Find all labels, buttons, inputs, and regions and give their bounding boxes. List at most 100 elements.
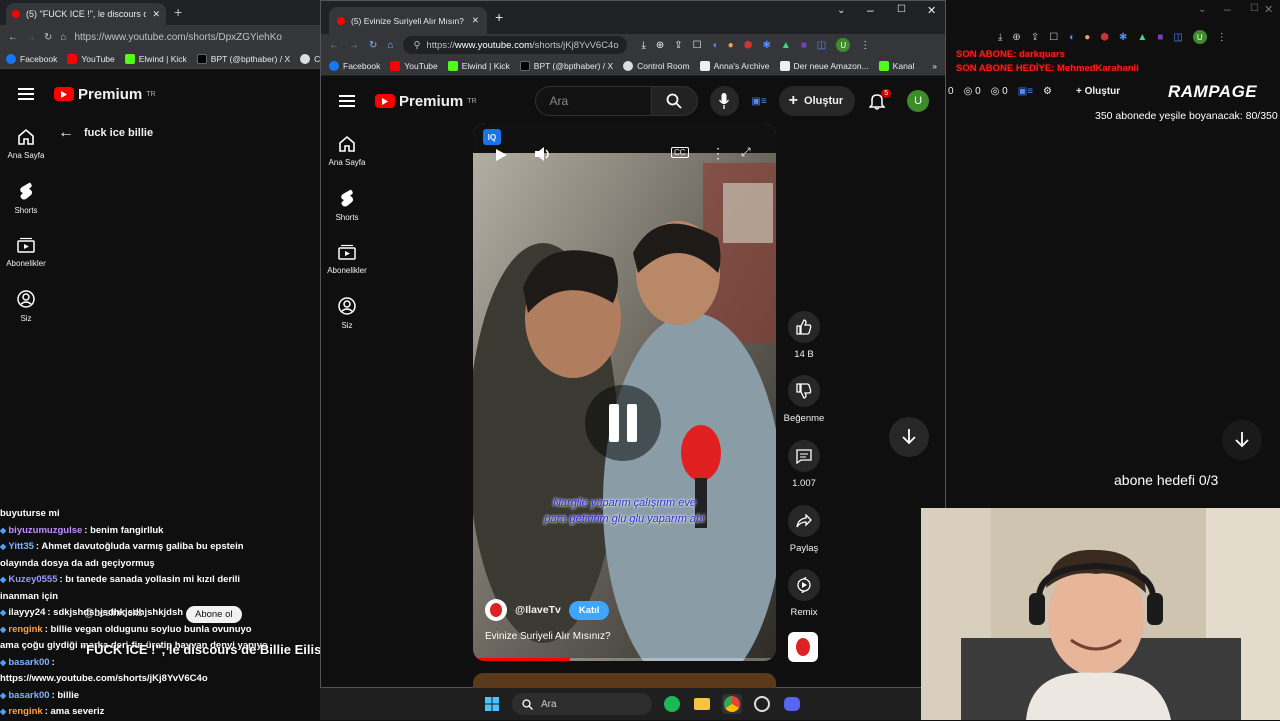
extension-iq-icon[interactable]: ▣≡: [1018, 86, 1033, 97]
window-close-icon[interactable]: ✕: [1264, 3, 1273, 16]
extension-iq-icon[interactable]: ▣≡: [751, 96, 766, 107]
back-icon[interactable]: ←: [329, 40, 339, 51]
bookmark-amazon[interactable]: Der neue Amazon...: [779, 60, 869, 71]
chat-username[interactable]: Yitt35: [8, 541, 34, 552]
more-options-icon[interactable]: ⋮: [711, 145, 725, 162]
back-icon[interactable]: ←: [8, 32, 18, 43]
sidepanel-icon[interactable]: ◫: [817, 40, 826, 51]
rail-shorts[interactable]: Shorts: [0, 182, 52, 215]
extension-purple-icon[interactable]: ■: [801, 40, 807, 51]
rail-home[interactable]: Ana Sayfa: [321, 135, 373, 167]
short-video-player[interactable]: IQ CC ⋮ ⤢ Nargile yaparım çalışırım eve …: [473, 123, 776, 661]
overlay-subscribe-button[interactable]: Abone ol: [186, 606, 242, 623]
extension-green-icon[interactable]: ▲: [781, 40, 791, 51]
iq-extension-icon[interactable]: IQ: [483, 129, 501, 145]
reload-icon[interactable]: ↻: [44, 32, 52, 43]
channel-avatar[interactable]: [485, 599, 507, 621]
forward-icon[interactable]: →: [349, 40, 359, 51]
bookmarks-overflow-icon[interactable]: »: [932, 61, 937, 71]
youtube-premium-logo[interactable]: Premium TR: [375, 93, 477, 110]
bookmark-kick[interactable]: Elwind | Kick: [447, 60, 510, 71]
extension-translate-icon[interactable]: ◖: [712, 40, 718, 51]
next-short-button[interactable]: [889, 417, 929, 457]
bookmark-control-room[interactable]: Control Room: [623, 60, 690, 71]
search-input[interactable]: Ara: [534, 86, 652, 116]
video-progress-bar[interactable]: [473, 658, 776, 661]
file-explorer-icon[interactable]: [692, 694, 712, 714]
window-close-icon[interactable]: ✕: [927, 4, 936, 17]
maximize-icon[interactable]: ☐: [1250, 3, 1259, 14]
maximize-icon[interactable]: ☐: [897, 4, 906, 15]
pause-button[interactable]: [585, 385, 661, 461]
chat-username[interactable]: rengink: [8, 624, 42, 635]
bookmark-annas-archive[interactable]: Anna's Archive: [699, 60, 770, 71]
channel-handle[interactable]: @IlaveTv: [515, 604, 561, 616]
bookmark-youtube[interactable]: YouTube: [67, 53, 115, 64]
bg-url[interactable]: https://www.youtube.com/shorts/DpxZGYieh…: [74, 32, 282, 43]
home-icon[interactable]: ⌂: [387, 40, 393, 51]
chat-username[interactable]: basark00: [8, 690, 49, 701]
minimize-icon[interactable]: –: [1224, 2, 1231, 16]
bg-next-short-button[interactable]: [1222, 420, 1262, 460]
windows-start-icon[interactable]: [482, 694, 502, 714]
captions-icon[interactable]: CC: [671, 147, 689, 158]
volume-icon[interactable]: [535, 147, 551, 161]
back-arrow-icon[interactable]: ←: [58, 124, 74, 142]
profile-icon[interactable]: U: [836, 38, 851, 52]
browser-menu-icon[interactable]: ⋮: [1217, 32, 1227, 43]
settings-icon[interactable]: ⚙: [1043, 86, 1052, 97]
like-button[interactable]: 14 B: [779, 311, 829, 360]
fg-url-field[interactable]: ⚲ https://www.youtube.com/shorts/jKj8YvV…: [403, 36, 628, 54]
account-avatar[interactable]: U: [907, 90, 929, 112]
zoom-icon[interactable]: ⊕: [656, 40, 664, 51]
rail-subscriptions[interactable]: Abonelikler: [0, 237, 52, 268]
comments-button[interactable]: 1.007: [779, 440, 829, 489]
obs-icon[interactable]: [752, 694, 772, 714]
close-icon[interactable]: ✕: [472, 15, 479, 26]
install-icon[interactable]: ⤓: [998, 32, 1002, 43]
search-button[interactable]: [651, 86, 698, 116]
chat-username[interactable]: rengink: [8, 706, 42, 717]
bookmark-youtube[interactable]: YouTube: [390, 60, 438, 71]
bookmark-kick[interactable]: Elwind | Kick: [124, 53, 187, 64]
chrome-icon[interactable]: [722, 694, 742, 714]
zoom-icon[interactable]: ⊕: [1012, 32, 1020, 43]
share-icon[interactable]: ⇪: [1031, 32, 1039, 43]
reload-icon[interactable]: ↻: [369, 40, 377, 51]
notifications-button[interactable]: 5: [869, 88, 892, 110]
bookmark-x[interactable]: BPT (@bpthaber) / X: [519, 60, 613, 71]
spotify-icon[interactable]: [662, 694, 682, 714]
share-button[interactable]: Paylaş: [779, 505, 829, 554]
bg-active-tab[interactable]: (5) "FUCK ICE !", le discours de B ✕: [6, 3, 166, 25]
chat-username[interactable]: Kuzey0555: [8, 574, 57, 585]
remix-button[interactable]: Remix: [779, 569, 829, 618]
play-icon[interactable]: [495, 149, 507, 161]
extension-ublock-icon[interactable]: ⬢: [744, 40, 753, 51]
extension-egg-icon[interactable]: ●: [728, 40, 734, 51]
new-tab-icon[interactable]: +: [495, 9, 503, 25]
home-icon[interactable]: ⌂: [60, 32, 66, 43]
bookmark-kanal[interactable]: Kanal: [878, 60, 914, 71]
profile-icon[interactable]: U: [1192, 30, 1207, 44]
extension-green-icon[interactable]: ▲: [1137, 32, 1147, 43]
create-button[interactable]: + Oluştur: [778, 86, 856, 116]
menu-icon[interactable]: [18, 88, 34, 100]
new-tab-icon[interactable]: +: [174, 4, 182, 20]
extension-egg-icon[interactable]: ●: [1084, 32, 1090, 43]
bookmark-x[interactable]: BPT (@bpthaber) / X: [196, 53, 290, 64]
taskbar-search[interactable]: Ara: [512, 693, 652, 715]
youtube-premium-logo[interactable]: Premium TR: [54, 86, 156, 103]
tab-list-icon[interactable]: ⌄: [1198, 4, 1206, 15]
forward-icon[interactable]: →: [26, 32, 36, 43]
share-icon[interactable]: ⇪: [674, 40, 682, 51]
bookmark-star-icon[interactable]: ☐: [693, 40, 702, 51]
rail-home[interactable]: Ana Sayfa: [0, 128, 52, 160]
bg-create-button[interactable]: + Oluştur: [1076, 86, 1120, 97]
chat-username[interactable]: ilayyy24: [8, 607, 45, 618]
menu-icon[interactable]: [339, 95, 355, 107]
extensions-puzzle-icon[interactable]: ✱: [762, 40, 770, 51]
bookmark-facebook[interactable]: Facebook: [6, 53, 57, 64]
extensions-puzzle-icon[interactable]: ✱: [1119, 32, 1127, 43]
chat-username[interactable]: basark00: [8, 657, 49, 668]
join-button[interactable]: Katıl: [568, 600, 610, 620]
